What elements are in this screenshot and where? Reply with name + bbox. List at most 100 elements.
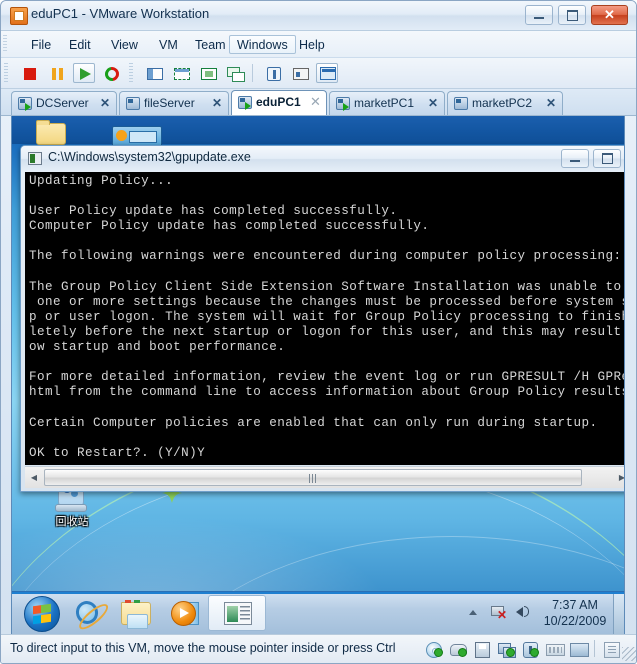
message-log-glyph (604, 642, 620, 658)
maximize-icon (594, 150, 620, 167)
ie-glyph (72, 598, 102, 627)
taskbar-clock-date[interactable]: 10/22/2009 (539, 614, 611, 628)
console-horizontal-scrollbar[interactable]: ◀ ▶ (25, 466, 624, 488)
tab-fileserver[interactable]: fileServer ✕ (119, 91, 229, 115)
tab-close-icon[interactable]: ✕ (428, 96, 438, 110)
windows-media-player-icon[interactable] (168, 599, 199, 627)
summary-button[interactable] (289, 63, 311, 83)
unity-button[interactable] (224, 63, 246, 83)
status-bar: To direct input to this VM, move the mou… (1, 634, 636, 663)
console-screen[interactable]: Updating Policy... User Policy update ha… (25, 172, 625, 465)
internet-explorer-icon[interactable] (72, 598, 102, 627)
menu-team[interactable]: Team (187, 35, 234, 54)
display-glyph (570, 643, 589, 657)
power-off-button[interactable] (19, 63, 41, 83)
windows-explorer-icon[interactable] (120, 599, 151, 629)
toolbar-separator (252, 64, 253, 82)
menu-edit[interactable]: Edit (61, 35, 99, 54)
tab-close-icon[interactable]: ✕ (546, 96, 556, 110)
display-status-icon[interactable] (570, 641, 589, 657)
status-separator (594, 640, 595, 657)
tab-close-icon[interactable]: ✕ (310, 95, 321, 109)
menu-bar: File Edit View VM Team Windows Help (1, 31, 636, 58)
scroll-right-arrow-icon[interactable]: ▶ (614, 469, 624, 486)
vm-running-icon (238, 96, 252, 110)
taskbar-clock-time[interactable]: 7:37 AM (539, 598, 611, 612)
folder-icon (36, 120, 66, 145)
power-on-button[interactable] (73, 63, 95, 83)
close-icon: ✕ (604, 7, 615, 22)
tab-close-icon[interactable]: ✕ (100, 96, 110, 110)
maximize-button[interactable] (558, 5, 586, 25)
close-button[interactable]: ✕ (591, 5, 628, 25)
resize-grip[interactable] (622, 647, 636, 661)
quick-switch-button[interactable] (170, 63, 192, 83)
network-adapter-status-icon[interactable] (498, 641, 516, 658)
scroll-left-arrow-icon[interactable]: ◀ (26, 469, 42, 486)
unity-icon (227, 67, 245, 82)
reset-button[interactable] (100, 63, 122, 84)
tab-marketpc1[interactable]: marketPC1 ✕ (329, 91, 445, 115)
keyboard-glyph (546, 644, 565, 656)
toolbar-grip-2[interactable] (129, 63, 133, 83)
tab-close-icon[interactable]: ✕ (212, 96, 222, 110)
tab-label: marketPC2 (472, 96, 533, 110)
menu-vm[interactable]: VM (151, 35, 186, 54)
fullscreen-icon (201, 68, 217, 80)
show-desktop-button[interactable] (613, 594, 624, 634)
suspend-icon (52, 68, 63, 80)
start-button[interactable] (24, 596, 60, 632)
minimize-button[interactable] (525, 5, 553, 25)
power-on-icon (80, 68, 91, 80)
vm-running-icon (336, 97, 350, 111)
console-icon (28, 152, 42, 165)
guest-taskbar: ✕ 7:37 AM 10/22/2009 (12, 591, 624, 634)
folder-glyph (121, 600, 151, 629)
tab-label: fileServer (144, 96, 195, 110)
network-status-icon[interactable]: ✕ (490, 603, 508, 621)
vm-running-icon (18, 97, 32, 111)
tab-label: DCServer (36, 96, 89, 110)
background-window-header[interactable] (12, 116, 624, 148)
vm-settings-icon (267, 67, 281, 81)
usb-status-icon[interactable] (522, 641, 539, 658)
tab-marketpc2[interactable]: marketPC2 ✕ (447, 91, 563, 115)
show-sidebar-button[interactable] (143, 63, 165, 83)
vm-stopped-icon (454, 97, 468, 110)
taskbar-active-task-gpupdate[interactable] (208, 595, 266, 631)
reset-icon (102, 64, 122, 84)
console-titlebar[interactable]: C:\Windows\system32\gpupdate.exe ✕ (21, 146, 624, 172)
floppy-glyph (475, 642, 490, 658)
toolbar-grip-1[interactable] (4, 63, 8, 83)
hard-disk-status-icon[interactable] (450, 641, 467, 657)
menu-file[interactable]: File (23, 35, 59, 54)
menu-windows[interactable]: Windows (229, 35, 296, 54)
vm-tab-strip: DCServer ✕ fileServer ✕ eduPC1 ✕ marketP… (1, 89, 636, 116)
console-output-text: Updating Policy... User Policy update ha… (29, 174, 625, 460)
show-hidden-icons-arrow-icon[interactable] (469, 610, 477, 615)
scrollbar-grip-icon (309, 474, 317, 483)
vmware-workstation-window: eduPC1 - VMware Workstation ✕ File Edit … (0, 0, 637, 664)
console-maximize-button[interactable] (593, 149, 621, 168)
floppy-status-icon[interactable] (474, 641, 491, 658)
volume-icon[interactable] (515, 603, 533, 620)
message-log-icon[interactable] (603, 641, 620, 658)
cd-drive-status-icon[interactable] (426, 641, 443, 658)
minimize-icon (562, 150, 588, 167)
multiple-monitors-button[interactable] (316, 63, 338, 83)
menu-view[interactable]: View (103, 35, 146, 54)
scrollbar-thumb[interactable] (44, 469, 582, 486)
menu-help[interactable]: Help (291, 35, 333, 54)
tab-edupc1[interactable]: eduPC1 ✕ (231, 90, 327, 115)
gpupdate-console-window[interactable]: C:\Windows\system32\gpupdate.exe ✕ Updat… (20, 145, 625, 492)
window-title: eduPC1 - VMware Workstation (31, 6, 210, 21)
toolbar (1, 58, 636, 89)
vm-console-viewport[interactable]: 回收站 C:\Windows\system32\gpupdate.exe ✕ (11, 116, 625, 634)
keyboard-status-icon[interactable] (546, 641, 565, 657)
tab-dcserver[interactable]: DCServer ✕ (11, 91, 117, 115)
vm-settings-button[interactable] (262, 63, 284, 83)
console-minimize-button[interactable] (561, 149, 589, 168)
summary-icon (293, 68, 309, 80)
suspend-button[interactable] (46, 63, 68, 83)
fullscreen-button[interactable] (197, 63, 219, 83)
